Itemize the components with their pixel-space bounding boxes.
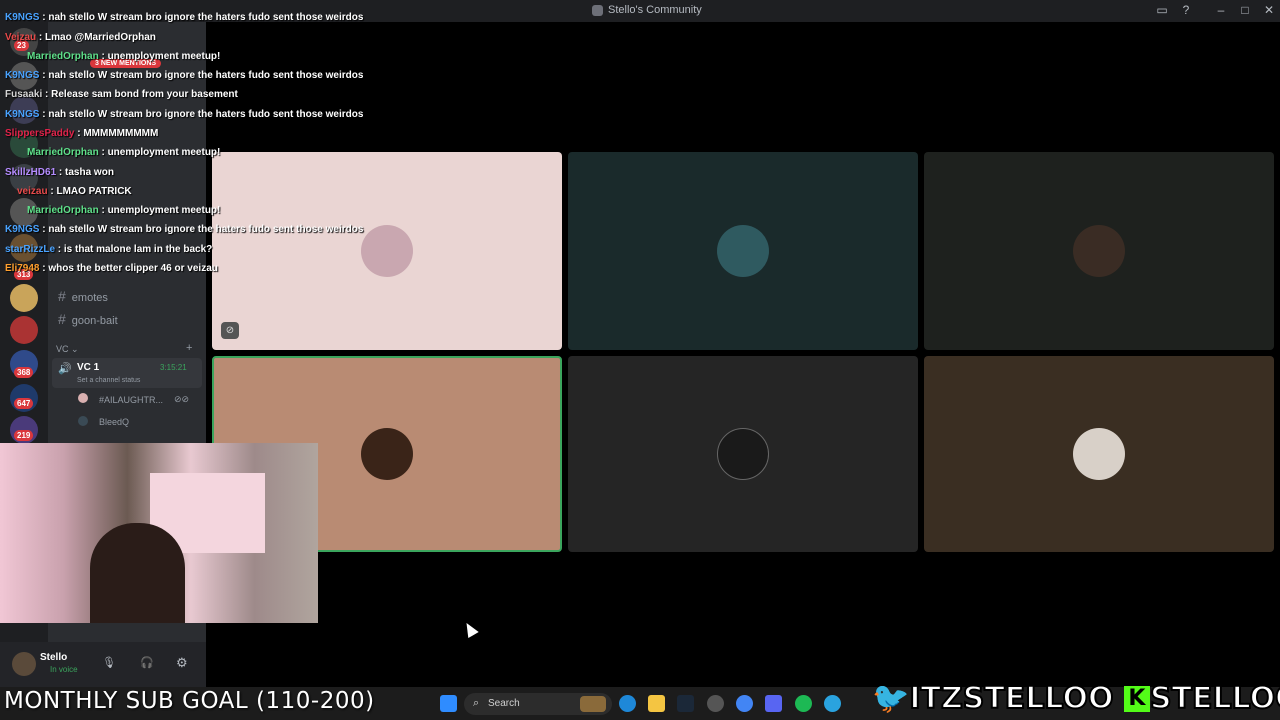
window-title: Stello's Community — [608, 4, 702, 16]
voice-member[interactable]: #AILAUGHTR... — [99, 395, 163, 405]
obs-icon[interactable] — [707, 695, 724, 712]
avatar — [361, 225, 413, 277]
inbox-icon[interactable]: ▭ — [1154, 3, 1170, 17]
add-channel-icon[interactable]: + — [186, 342, 192, 354]
muted-icon: ⊘⊘ — [174, 394, 190, 404]
chat-message: Fusaaki : Release sam bond from your bas… — [5, 89, 238, 100]
steam-icon[interactable] — [677, 695, 694, 712]
file-explorer-icon[interactable] — [648, 695, 665, 712]
participant-tile[interactable]: ⊘ — [212, 152, 562, 350]
twitter-icon: 🐦 — [871, 680, 910, 717]
chat-message: MarriedOrphan : unemployment meetup! — [27, 51, 221, 62]
spotify-icon[interactable] — [795, 695, 812, 712]
participant-tile[interactable] — [568, 152, 918, 350]
category-vc[interactable]: VC ⌄ — [56, 344, 79, 355]
kick-icon: K — [1123, 686, 1150, 712]
channel-status[interactable]: Set a channel status — [77, 377, 140, 384]
kick-handle: STELLOOO — [1149, 680, 1280, 717]
chat-message: MarriedOrphan : unemployment meetup! — [27, 147, 221, 158]
hash-icon: # — [58, 311, 66, 327]
discord-icon[interactable] — [765, 695, 782, 712]
chat-message: MarriedOrphan : unemployment meetup! — [27, 205, 221, 216]
stream-off-icon[interactable]: ⊘ — [221, 322, 239, 339]
user-panel: Stello In voice 🎙 🎧 ⚙ — [0, 642, 206, 687]
windows-start-icon[interactable] — [440, 695, 457, 712]
guild-icon[interactable] — [10, 316, 38, 344]
webcam-overlay — [0, 443, 318, 623]
chat-message: K9NGS : nah stello W stream bro ignore t… — [5, 70, 364, 81]
voice-member[interactable]: BleedQ — [99, 417, 129, 427]
avatar[interactable] — [12, 652, 36, 676]
minimize-button[interactable]: – — [1213, 3, 1229, 17]
participant-tile[interactable] — [924, 356, 1274, 552]
chat-message: veizau : LMAO PATRICK — [17, 186, 132, 197]
help-icon[interactable]: ? — [1178, 3, 1194, 17]
avatar — [78, 416, 88, 426]
streamer — [90, 523, 185, 623]
guild-badge: 647 — [14, 398, 34, 409]
avatar — [361, 428, 413, 480]
chat-message: Veizau : Lmao @MarriedOrphan — [5, 32, 156, 43]
server-icon — [592, 5, 603, 16]
avatar — [1073, 225, 1125, 277]
guild-badge: 368 — [14, 367, 34, 378]
chat-message: SlippersPaddy : MMMMMMMMM — [5, 128, 159, 139]
username: Stello — [40, 652, 68, 663]
participant-tile[interactable] — [924, 152, 1274, 350]
voice-channel-vc1[interactable]: 🔊 VC 1 3:15:21 Set a channel status — [52, 358, 202, 388]
user-status: In voice — [50, 665, 78, 674]
speaker-icon: 🔊 — [58, 363, 72, 375]
chat-message: SkillzHD61 : tasha won — [5, 167, 114, 178]
maximize-button[interactable]: □ — [1237, 3, 1253, 17]
guild-badge: 219 — [14, 430, 34, 441]
avatar — [717, 225, 769, 277]
chat-message: K9NGS : nah stello W stream bro ignore t… — [5, 224, 364, 235]
participant-tile[interactable] — [568, 356, 918, 552]
edge-icon[interactable] — [619, 695, 636, 712]
video-grid — [206, 22, 1280, 687]
chat-message: K9NGS : nah stello W stream bro ignore t… — [5, 12, 364, 23]
hash-icon: # — [58, 288, 66, 304]
gear-icon[interactable]: ⚙ — [176, 655, 188, 671]
channel-emotes[interactable]: # emotes — [58, 288, 108, 304]
chat-message: K9NGS : nah stello W stream bro ignore t… — [5, 109, 364, 120]
close-button[interactable]: ✕ — [1261, 3, 1277, 17]
search-icon: ⌕ — [473, 697, 480, 709]
avatar — [1073, 428, 1125, 480]
chat-message: Eli7948 : whos the better clipper 46 or … — [5, 263, 218, 274]
guild-icon[interactable] — [10, 284, 38, 312]
taskbar-search[interactable]: ⌕ Search — [464, 693, 612, 715]
chat-message: starRizzLe : is that malone lam in the b… — [5, 244, 213, 255]
sub-goal-overlay: MONTHLY SUB GOAL (110-200) — [4, 688, 375, 714]
twitter-handle: ITZSTELLOO — [908, 680, 1114, 717]
channel-goon-bait[interactable]: # goon-bait — [58, 311, 118, 327]
avatar — [717, 428, 769, 480]
socials-overlay: 🐦ITZSTELLOO KSTELLOOO — [871, 680, 1280, 717]
avatar — [78, 393, 88, 403]
headphones-icon[interactable]: 🎧 — [140, 656, 154, 669]
voice-timer: 3:15:21 — [160, 363, 187, 372]
microphone-icon[interactable]: 🎙 — [102, 656, 116, 669]
telegram-icon[interactable] — [824, 695, 841, 712]
widget-icon — [580, 696, 606, 712]
chrome-icon[interactable] — [736, 695, 753, 712]
